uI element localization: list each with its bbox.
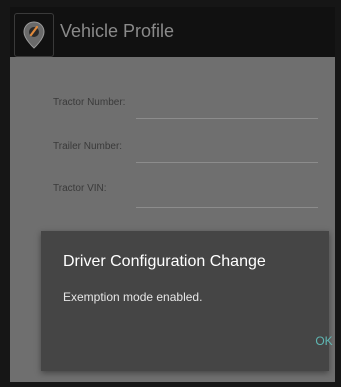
ok-button[interactable]: OK bbox=[309, 329, 335, 353]
location-pin-icon[interactable] bbox=[14, 13, 54, 57]
trailer-number-label: Trailer Number: bbox=[53, 141, 123, 152]
app-bar: Vehicle Profile bbox=[10, 7, 335, 57]
tractor-vin-label: Tractor VIN: bbox=[53, 183, 107, 194]
page-title: Vehicle Profile bbox=[60, 21, 175, 41]
trailer-number-input[interactable] bbox=[136, 162, 318, 163]
screen: Vehicle Profile Tractor Number: Trailer … bbox=[10, 7, 335, 382]
tractor-number-label: Tractor Number: bbox=[53, 97, 126, 108]
tractor-number-input[interactable] bbox=[136, 118, 318, 119]
dialog-title: Driver Configuration Change bbox=[63, 253, 266, 270]
tractor-vin-input[interactable] bbox=[136, 207, 318, 208]
dialog-message: Exemption mode enabled. bbox=[63, 290, 203, 304]
alert-dialog: Driver Configuration Change Exemption mo… bbox=[41, 231, 333, 371]
